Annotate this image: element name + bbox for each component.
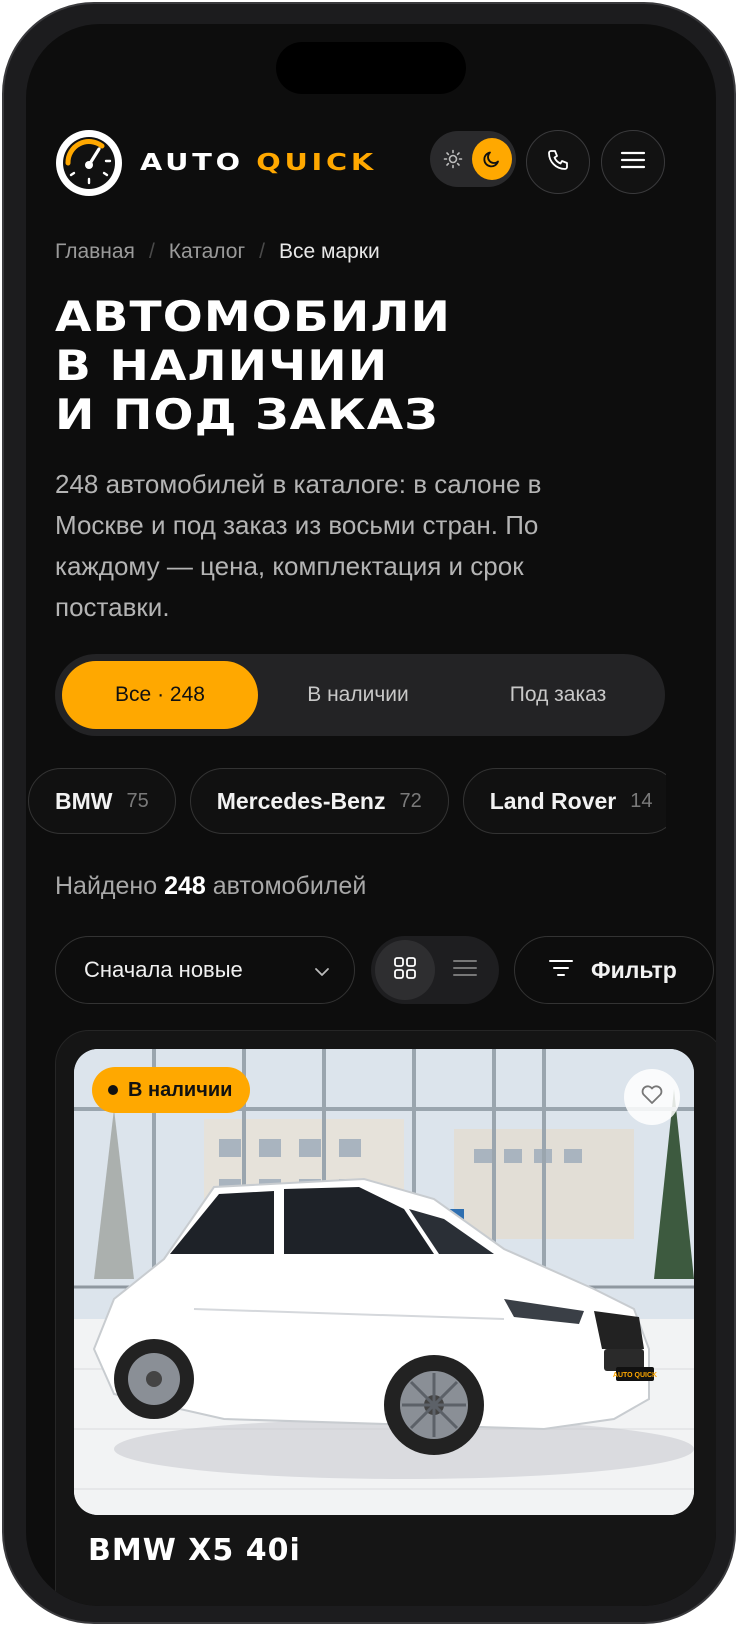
logo-word-auto: AUTO [140, 150, 244, 176]
view-toggle [371, 936, 499, 1004]
tab-on-order[interactable]: Под заказ [458, 661, 658, 729]
brand-chip-count: 72 [399, 789, 422, 812]
sort-select[interactable]: Сначала новые [55, 936, 355, 1004]
brand-chip-bmw[interactable]: BMW 75 [28, 768, 176, 834]
title-line-1: АВТОМОБИЛИ [55, 292, 452, 341]
screen: AUTO QUICK Главная / Каталог / Все марки… [26, 24, 716, 1606]
results-suffix: автомобилей [212, 872, 367, 900]
filter-icon [549, 957, 573, 984]
heart-icon [641, 1084, 663, 1110]
availability-badge: В наличии [92, 1067, 251, 1113]
breadcrumb-separator: / [259, 240, 265, 263]
logo-wordmark: AUTO QUICK [140, 150, 377, 176]
results-number: 248 [164, 872, 206, 900]
phone-button[interactable] [526, 130, 590, 194]
grid-icon [393, 956, 417, 985]
brand-chip-land-rover[interactable]: Land Rover 14 [462, 768, 666, 834]
phone-icon [546, 148, 570, 177]
brand-chip-label: BMW [55, 787, 113, 814]
car-photo-illustration: AUTO QUICK [74, 1049, 694, 1515]
results-prefix: Найдено [55, 872, 158, 900]
header: AUTO QUICK [56, 130, 688, 196]
photo-plate-text: AUTO QUICK [613, 1372, 657, 1379]
list-view-button[interactable] [435, 940, 495, 1000]
filter-button[interactable]: Фильтр [514, 936, 714, 1004]
title-line-3: И ПОД ЗАКАЗ [55, 390, 439, 439]
availability-tabs: Все · 248 В наличии Под заказ [55, 654, 665, 736]
list-icon [452, 958, 478, 983]
car-photo[interactable]: AUTO QUICK В наличии [74, 1049, 694, 1515]
results-count: Найдено 248 автомобилей [55, 872, 366, 901]
badge-label: В наличии [128, 1078, 233, 1101]
breadcrumb-home[interactable]: Главная [55, 240, 135, 264]
sun-icon[interactable] [434, 139, 472, 179]
intro-text: 248 автомобилей в каталоге: в салоне в М… [55, 469, 542, 622]
page-title: АВТОМОБИЛИ В НАЛИЧИИ И ПОД ЗАКАЗ [55, 292, 593, 439]
title-line-2: В НАЛИЧИИ [55, 341, 389, 390]
phone-frame: AUTO QUICK Главная / Каталог / Все марки… [2, 2, 736, 1624]
car-title[interactable]: BMW X5 40i [88, 1533, 301, 1568]
sort-label: Сначала новые [84, 957, 243, 982]
tab-all[interactable]: Все · 248 [62, 661, 258, 729]
theme-toggle[interactable] [430, 131, 516, 187]
breadcrumb-separator: / [148, 240, 155, 263]
brand-chip-count: 75 [126, 789, 149, 812]
grid-view-button[interactable] [375, 940, 435, 1000]
menu-button[interactable] [601, 130, 665, 194]
status-dot [108, 1085, 118, 1095]
menu-icon [620, 150, 646, 175]
brand-chip-label: Land Rover [489, 787, 617, 814]
brand-chip-label: Mercedes-Benz [216, 787, 386, 814]
dynamic-island [276, 42, 466, 94]
brand-chip-mercedes[interactable]: Mercedes-Benz 72 [189, 768, 449, 834]
logo-word-quick: QUICK [256, 150, 377, 176]
car-card[interactable]: AUTO QUICK В наличии BMW X5 40i [55, 1030, 716, 1606]
favorite-button[interactable] [624, 1069, 680, 1125]
brand-chip-count: 14 [630, 789, 653, 812]
breadcrumb-current: Все марки [278, 240, 380, 263]
tab-in-stock[interactable]: В наличии [258, 661, 458, 729]
breadcrumb: Главная / Каталог / Все марки [55, 240, 380, 264]
brand-filter-chips: BMW 75 Mercedes-Benz 72 Land Rover 14 [28, 768, 666, 836]
logo[interactable]: AUTO QUICK [56, 130, 373, 196]
chevron-down-icon [314, 957, 330, 983]
breadcrumb-catalog[interactable]: Каталог [169, 240, 245, 264]
speedometer-logo-icon [56, 130, 122, 196]
moon-icon[interactable] [472, 138, 512, 180]
filter-label: Фильтр [591, 956, 677, 983]
